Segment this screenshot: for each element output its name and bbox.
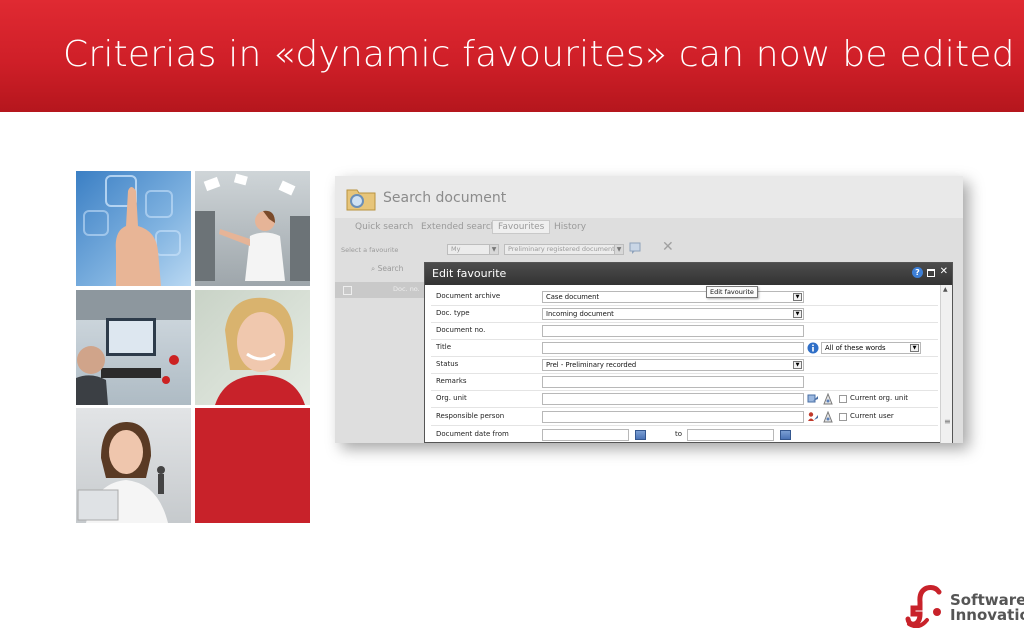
responsible-person-input[interactable]	[542, 411, 804, 423]
favourite-select-value: Preliminary registered documents	[508, 245, 619, 253]
red-block	[195, 408, 310, 523]
dialog-title: Edit favourite	[432, 267, 507, 280]
search-button[interactable]: ⌕ Search	[371, 264, 403, 274]
select-person-icon[interactable]	[807, 411, 819, 423]
maximize-icon[interactable]	[927, 269, 935, 277]
row-remarks: Remarks	[431, 374, 938, 391]
favourite-select[interactable]: Preliminary registered documents ▼	[504, 244, 624, 255]
folder-search-icon	[346, 189, 376, 211]
lookup-icon[interactable]	[822, 411, 834, 423]
row-responsible-person: Responsible person Current user	[431, 409, 938, 426]
office-woman-papers-photo	[195, 171, 310, 286]
select-org-unit-icon[interactable]	[807, 393, 819, 405]
current-user-checkbox[interactable]	[839, 413, 847, 421]
chevron-down-icon[interactable]: ▼	[793, 293, 802, 301]
owner-select-value: My	[451, 245, 461, 253]
select-value: Incoming document	[546, 310, 614, 318]
field-label: Responsible person	[436, 412, 505, 420]
slide: Criterias in «dynamic favourites» can no…	[0, 0, 1024, 640]
field-label: Title	[436, 343, 452, 351]
logo-line-2: Innovation	[950, 606, 1024, 624]
date-to-input[interactable]	[687, 429, 774, 441]
status-select[interactable]: Prel - Preliminary recorded ▼	[542, 359, 804, 371]
favourite-label: Select a favourite	[341, 246, 399, 254]
checkbox-label: Current user	[850, 412, 894, 420]
field-label: Doc. type	[436, 309, 470, 317]
document-no-input[interactable]	[542, 325, 804, 337]
title-banner: Criterias in «dynamic favourites» can no…	[0, 0, 1024, 112]
chevron-down-icon: ▼	[614, 245, 623, 254]
row-document-no: Document no.	[431, 323, 938, 340]
person-computer-photo	[76, 290, 191, 405]
current-org-unit-checkbox[interactable]	[839, 395, 847, 403]
search-document-title: Search document	[383, 190, 507, 206]
lookup-icon[interactable]	[822, 393, 834, 405]
edit-favourite-icon[interactable]	[629, 242, 641, 254]
tab-history[interactable]: History	[554, 222, 586, 232]
calendar-icon[interactable]	[635, 430, 646, 440]
info-icon[interactable]	[807, 342, 819, 354]
title-input[interactable]	[542, 342, 804, 354]
row-doc-type: Doc. type Incoming document ▼	[431, 306, 938, 323]
slide-title: Criterias in «dynamic favourites» can no…	[63, 34, 1015, 75]
org-unit-input[interactable]	[542, 393, 804, 405]
clear-icon[interactable]: ✕	[662, 239, 674, 255]
tab-quick-search[interactable]: Quick search	[355, 222, 413, 232]
scroll-up-icon[interactable]: ▲	[943, 286, 948, 293]
row-status: Status Prel - Preliminary recorded ▼	[431, 357, 938, 374]
doc-type-select[interactable]: Incoming document ▼	[542, 308, 804, 320]
dialog-title-bar: Edit favourite ? ✕	[425, 263, 952, 285]
field-label: Document date from	[436, 430, 509, 438]
select-value: Prel - Preliminary recorded	[546, 361, 637, 369]
edit-favourite-dialog: Edit favourite ? ✕ Document archive Case…	[424, 262, 953, 443]
field-label: Org. unit	[436, 394, 467, 402]
grid-column-doc-no[interactable]: Doc. no.	[393, 285, 420, 293]
calendar-icon[interactable]	[780, 430, 791, 440]
chevron-down-icon[interactable]: ▼	[793, 361, 802, 369]
dialog-body: Document archive Case document ▼ Doc. ty…	[425, 285, 940, 443]
search-tabs: Quick search Extended search Favourites …	[335, 218, 963, 238]
field-label: Document no.	[436, 326, 486, 334]
field-label: Remarks	[436, 377, 467, 385]
owner-select[interactable]: My ▼	[447, 244, 499, 255]
select-value: All of these words	[825, 344, 886, 352]
scroll-grip-icon[interactable]: ≡	[944, 417, 951, 426]
smiling-woman-photo	[195, 290, 310, 405]
match-option-select[interactable]: All of these words ▼	[821, 342, 921, 354]
document-archive-select[interactable]: Case document ▼	[542, 291, 804, 303]
date-from-input[interactable]	[542, 429, 629, 441]
edit-favourite-tooltip: Edit favourite	[706, 286, 758, 298]
help-icon[interactable]: ?	[912, 267, 923, 278]
tab-extended-search[interactable]: Extended search	[421, 222, 497, 232]
row-document-date: Document date from to	[431, 427, 938, 443]
row-title: Title All of these words ▼	[431, 340, 938, 357]
woman-thinking-photo	[76, 408, 191, 523]
company-logo-text: Software Innovation	[950, 593, 1024, 623]
search-document-header: Search document	[335, 176, 963, 218]
search-button-label: Search	[377, 264, 404, 273]
select-all-checkbox[interactable]	[343, 286, 352, 295]
dialog-scrollbar[interactable]: ▲ ≡	[940, 285, 952, 443]
field-label: Status	[436, 360, 459, 368]
field-label: Document archive	[436, 292, 501, 300]
tab-favourites[interactable]: Favourites	[492, 220, 551, 234]
chevron-down-icon[interactable]: ▼	[910, 344, 919, 352]
select-value: Case document	[546, 293, 600, 301]
row-org-unit: Org. unit Current org. unit	[431, 391, 938, 408]
finger-touch-photo	[76, 171, 191, 286]
remarks-input[interactable]	[542, 376, 804, 388]
to-label: to	[675, 430, 683, 438]
chevron-down-icon[interactable]: ▼	[793, 310, 802, 318]
software-innovation-logo-icon	[905, 585, 942, 628]
chevron-down-icon: ▼	[489, 245, 498, 254]
close-icon[interactable]: ✕	[940, 266, 948, 277]
checkbox-label: Current org. unit	[850, 394, 909, 402]
search-icon: ⌕	[371, 264, 378, 273]
row-document-archive: Document archive Case document ▼	[431, 289, 938, 306]
